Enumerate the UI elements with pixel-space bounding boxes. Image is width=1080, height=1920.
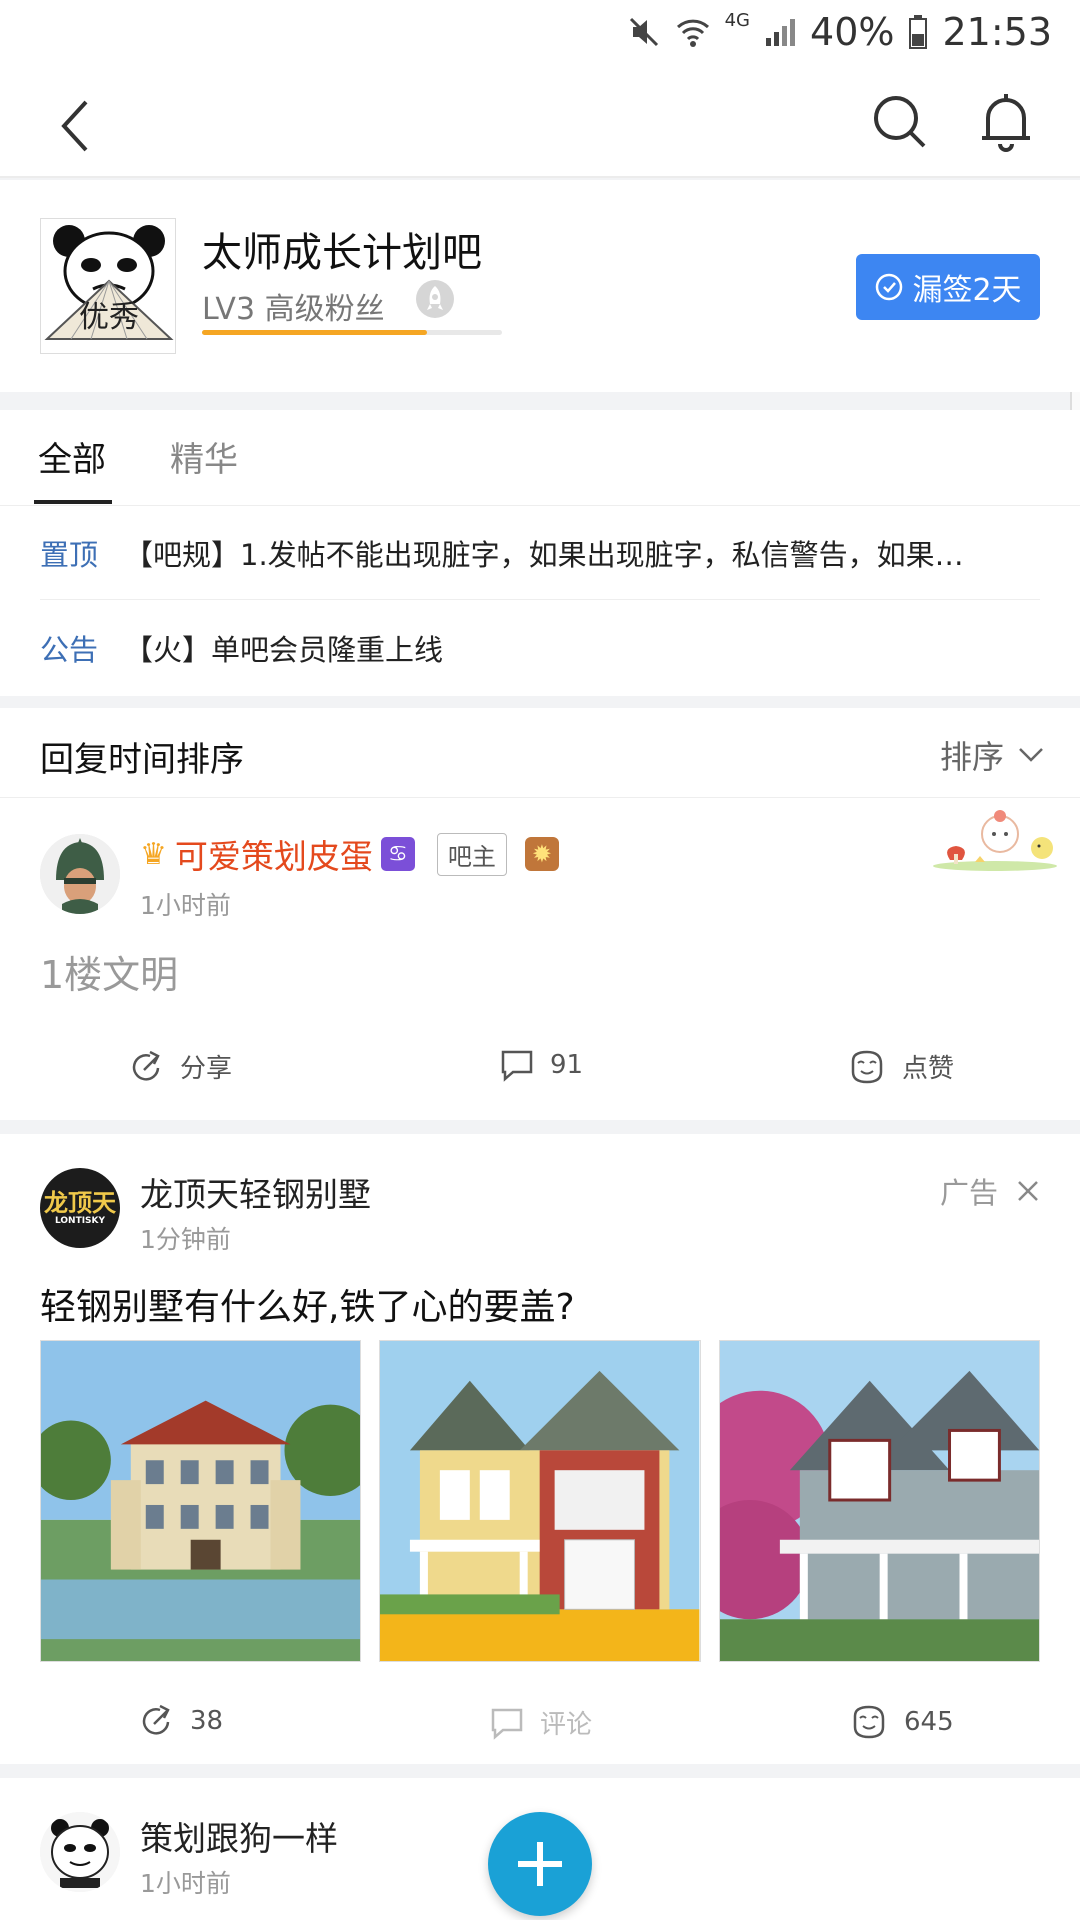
notice-item-pinned[interactable]: 置顶 【吧规】1.发帖不能出现脏字，如果出现脏字，私信警告，如果… [40, 506, 1040, 600]
tab-featured[interactable]: 精华 [170, 432, 238, 481]
level-progress-fill [202, 330, 427, 335]
ad-like-count: 645 [904, 1707, 954, 1737]
post-action-bar: 分享 91 点赞 [0, 1048, 1080, 1108]
sort-title: 回复时间排序 [40, 740, 244, 780]
ad-action-bar: 38 评论 645 [0, 1704, 1080, 1764]
notice-text: 【火】单吧会员隆重上线 [124, 633, 444, 667]
warrior-avatar-image [40, 834, 120, 914]
ad-logo-text: 龙顶天 [44, 1188, 116, 1217]
ad-image-villa-3[interactable] [718, 1340, 1040, 1662]
cartoon-decoration-icon [933, 810, 1057, 871]
share-icon [142, 1704, 170, 1735]
nav-bar [0, 68, 1080, 178]
sort-button[interactable]: 排序 [940, 732, 1044, 778]
post-time: 1小时前 [140, 1869, 231, 1898]
bell-icon[interactable] [976, 90, 1036, 154]
sort-bar: 回复时间排序 排序 [0, 708, 1080, 798]
medal-icon: ✹ [524, 837, 559, 871]
ad-share-count: 38 [190, 1706, 224, 1736]
chevron-down-icon [1019, 748, 1043, 762]
tab-bar: 全部 精华 [0, 410, 1080, 506]
like-button[interactable]: 点赞 [848, 1048, 954, 1085]
panda-meme-image: 优秀 [44, 225, 174, 340]
share-label: 分享 [180, 1054, 233, 1084]
author-name[interactable]: 策划跟狗一样 [140, 1812, 338, 1860]
forum-level: LV3 高级粉丝 [202, 292, 385, 327]
battery-icon [909, 15, 928, 49]
like-face-icon [851, 1050, 883, 1083]
active-tab-indicator [34, 500, 112, 504]
new-post-button[interactable] [488, 1812, 592, 1916]
share-icon [132, 1050, 160, 1081]
network-type: 4G [724, 10, 751, 31]
checkin-button[interactable]: 漏签2天 [856, 254, 1040, 320]
like-face-icon [853, 1705, 885, 1739]
checkin-icon [876, 273, 903, 301]
ad-share-button[interactable]: 38 [140, 1704, 223, 1738]
avatar[interactable] [40, 1812, 120, 1892]
back-arrow-icon[interactable] [50, 96, 100, 156]
search-icon[interactable] [870, 92, 930, 152]
ad-logo[interactable]: 龙顶天 LONTISKY [40, 1168, 120, 1248]
status-icons: 4G 40% 21:53 [627, 10, 1052, 54]
author-row: ♛ 可爱策划皮蛋 ♋ 吧主 ✹ [140, 830, 559, 878]
ad-like-button[interactable]: 645 [850, 1704, 954, 1740]
notice-item-announcement[interactable]: 公告 【火】单吧会员隆重上线 [40, 601, 1040, 695]
rocket-icon[interactable] [416, 280, 454, 318]
ad-title[interactable]: 轻钢别墅有什么好,铁了心的要盖? [40, 1278, 575, 1330]
role-badge: 吧主 [436, 832, 507, 876]
like-label: 点赞 [902, 1054, 955, 1084]
post-time: 1小时前 [140, 891, 231, 920]
tab-all[interactable]: 全部 [38, 432, 106, 481]
status-bar: 4G 40% 21:53 [0, 0, 1080, 68]
plus-icon [518, 1842, 562, 1886]
comment-button[interactable]: 91 [500, 1048, 583, 1082]
ad-image-grid [40, 1340, 1040, 1662]
wifi-icon [676, 19, 709, 47]
ad-label: 广告 [939, 1176, 998, 1210]
comment-count: 91 [550, 1050, 584, 1080]
avatar[interactable] [40, 834, 120, 914]
fan-calligraphy: 优秀 [79, 300, 139, 335]
sort-label: 排序 [939, 738, 1004, 776]
ad-comment-button[interactable]: 评论 [490, 1704, 592, 1741]
comment-icon [491, 1708, 523, 1740]
forum-name: 太师成长计划吧 [202, 230, 482, 276]
notice-list: 置顶 【吧规】1.发帖不能出现脏字，如果出现脏字，私信警告，如果… 公告 【火】… [0, 506, 1080, 696]
notice-tag: 置顶 [40, 537, 99, 572]
clock: 21:53 [942, 10, 1052, 54]
ad-advertiser-name[interactable]: 龙顶天轻钢别墅 [140, 1168, 371, 1216]
close-icon[interactable] [1016, 1179, 1040, 1203]
ad-image-villa-1[interactable] [40, 1340, 362, 1662]
ad-time: 1分钟前 [140, 1225, 231, 1254]
forum-header: 优秀 太师成长计划吧 LV3 高级粉丝 漏签2天 [0, 180, 1080, 392]
checkin-label: 漏签2天 [912, 273, 1022, 308]
ad-image-villa-2[interactable] [379, 1340, 701, 1662]
battery-percent: 40% [810, 10, 895, 54]
share-button[interactable]: 分享 [130, 1048, 232, 1085]
ad-comment-label: 评论 [540, 1710, 593, 1740]
level-progress-bar [202, 330, 502, 335]
panda-avatar-image [40, 1812, 120, 1892]
forum-avatar[interactable]: 优秀 [40, 218, 176, 354]
comment-icon [501, 1050, 533, 1082]
signal-icon [766, 19, 796, 46]
crown-icon: ♛ [140, 836, 167, 872]
notice-tag: 公告 [40, 633, 99, 667]
ad-card[interactable]: 龙顶天 LONTISKY 龙顶天轻钢别墅 1分钟前 广告 轻钢别墅有什么好,铁了… [0, 1134, 1080, 1764]
notice-text: 【吧规】1.发帖不能出现脏字，如果出现脏字，私信警告，如果… [124, 537, 964, 572]
author-name[interactable]: 可爱策划皮蛋 [175, 830, 373, 878]
post-body: 1楼文明 [40, 953, 179, 997]
mute-icon [629, 17, 658, 47]
ad-label-group: 广告 [940, 1170, 1040, 1212]
zodiac-badge-icon: ♋ [380, 837, 415, 871]
ad-logo-sub: LONTISKY [54, 1215, 106, 1226]
post-card[interactable]: ♛ 可爱策划皮蛋 ♋ 吧主 ✹ 1小时前 1楼文明 分享 91 点赞 [0, 798, 1080, 1120]
